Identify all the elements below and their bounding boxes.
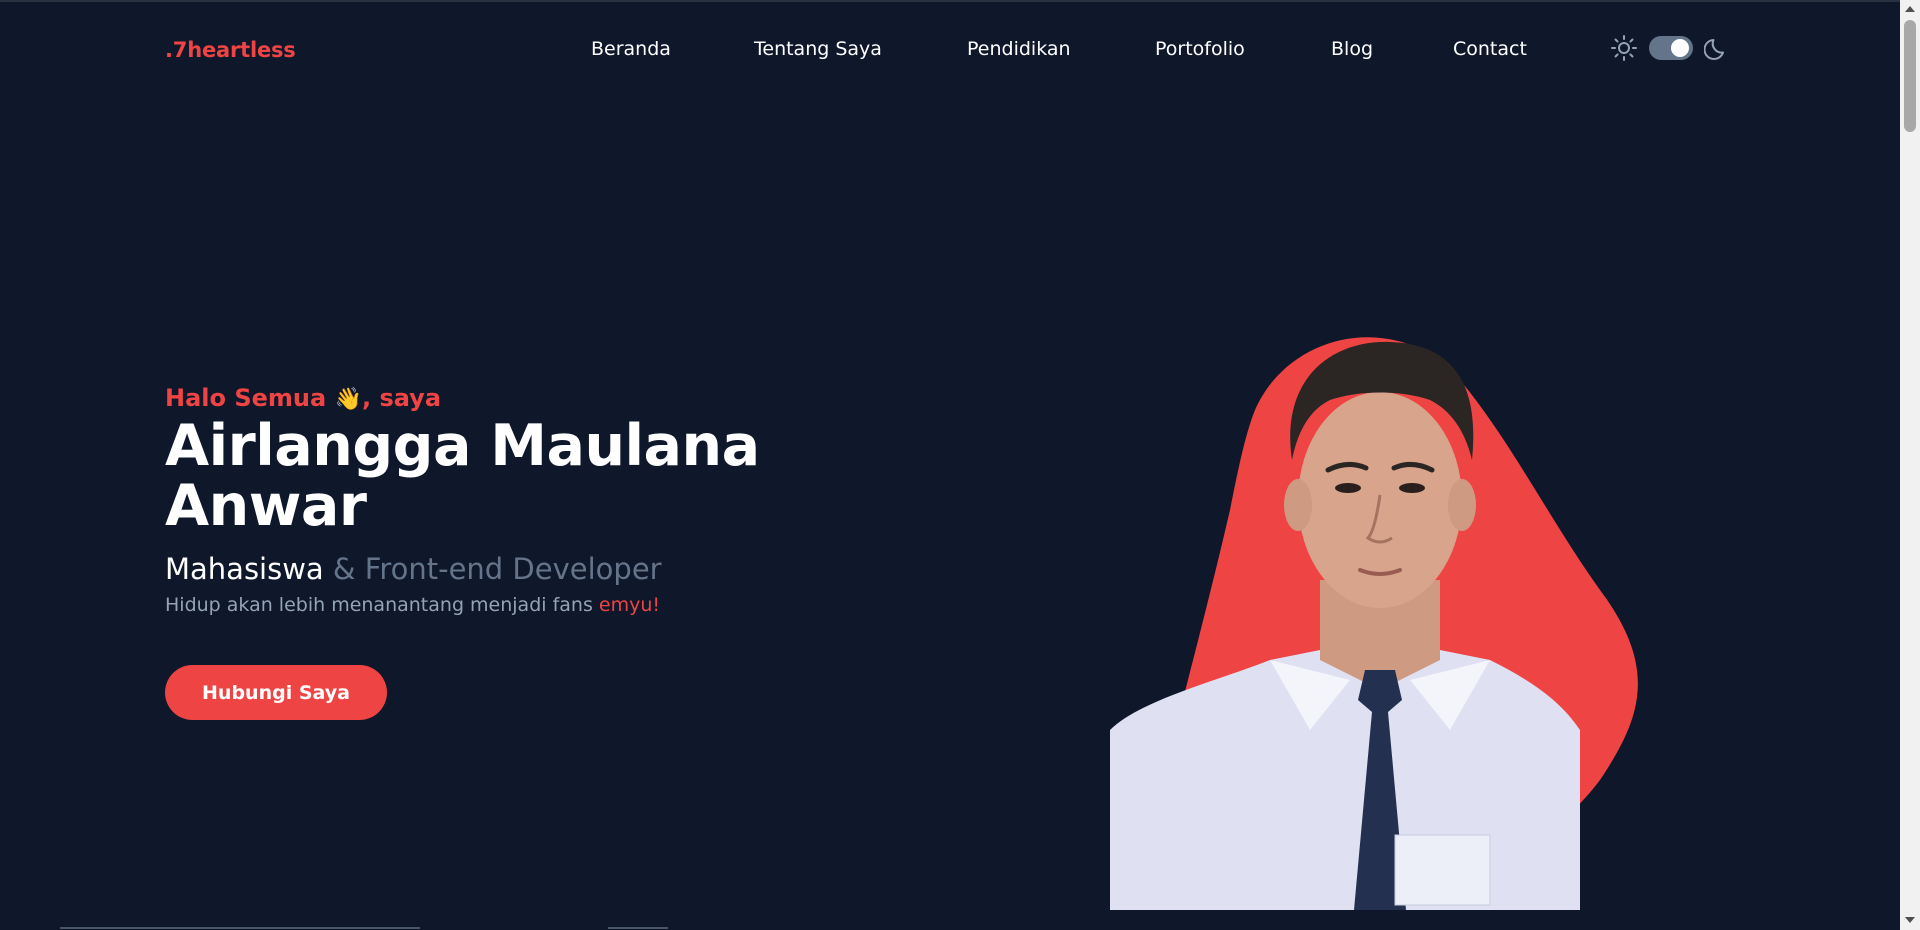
hero-name-line1: Airlangga Maulana [165,413,760,479]
tagline-accent: emyu! [598,594,661,616]
hero-name: Airlangga Maulana Anwar [165,416,925,536]
greeting-suffix: , saya [361,384,442,412]
scroll-thumb[interactable] [1904,20,1916,132]
role-sub: & Front-end Developer [323,552,662,586]
scroll-down-icon[interactable] [1905,917,1915,923]
vertical-scrollbar[interactable] [1900,0,1920,930]
greeting-prefix: Halo Semua [165,384,335,412]
scroll-up-icon[interactable] [1905,6,1915,12]
nav-item-contact[interactable]: Contact [1453,38,1527,60]
toggle-knob [1671,39,1689,57]
site-logo[interactable]: .7heartless [165,38,296,62]
sun-icon [1610,34,1638,62]
hero-role: Mahasiswa & Front-end Developer [165,550,925,588]
nav-item-portofolio[interactable]: Portofolio [1155,38,1245,60]
theme-toggle [1610,32,1730,64]
nav-item-pendidikan[interactable]: Pendidikan [967,38,1071,60]
nav-item-beranda[interactable]: Beranda [591,38,671,60]
hero-tagline: Hidup akan lebih menanantang menjadi fan… [165,594,925,616]
navbar: .7heartless Beranda Tentang Saya Pendidi… [0,0,1900,100]
profile-portrait [1080,260,1680,910]
hero-section: Halo Semua 👋, saya Airlangga Maulana Anw… [165,380,925,616]
hero-greeting: Halo Semua 👋, saya [165,380,925,416]
moon-icon [1703,35,1730,61]
contact-button[interactable]: Hubungi Saya [165,665,387,720]
portrait-shirt [1110,650,1580,910]
nav-item-blog[interactable]: Blog [1331,38,1373,60]
page-viewport: .7heartless Beranda Tentang Saya Pendidi… [0,0,1900,930]
bottom-divider [60,927,420,929]
hero-name-line2: Anwar [165,473,367,539]
dark-mode-toggle[interactable] [1649,36,1693,60]
nav-item-tentang-saya[interactable]: Tentang Saya [754,38,882,60]
tagline-text: Hidup akan lebih menanantang menjadi fan… [165,594,599,616]
bottom-divider [608,927,668,929]
role-main: Mahasiswa [165,552,324,586]
